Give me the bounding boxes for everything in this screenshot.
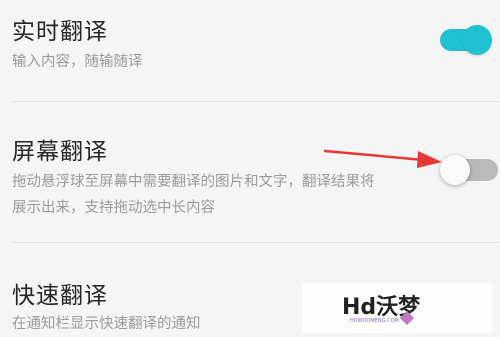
- watermark-subtext: HDWOOMENG.COM: [350, 318, 399, 324]
- watermark-logo: Hd沃梦 HDWOOMENG.COM: [302, 283, 492, 333]
